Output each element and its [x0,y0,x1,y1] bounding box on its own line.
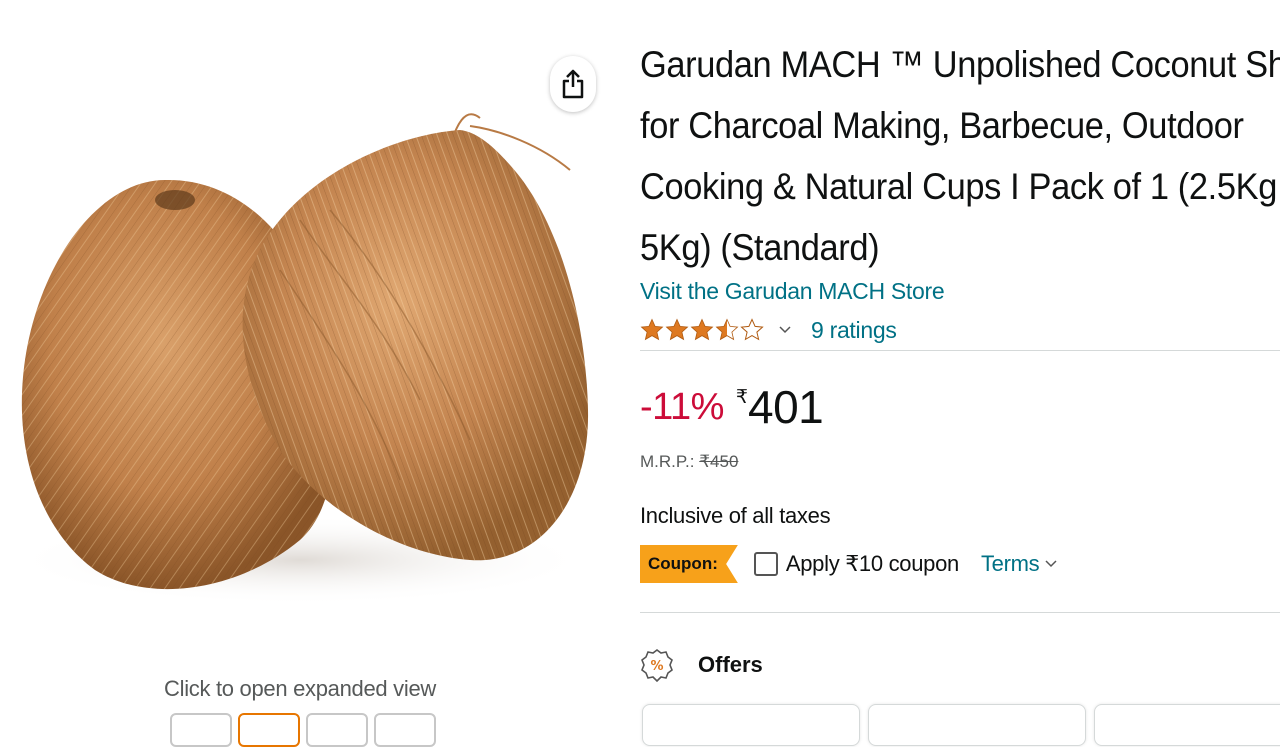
rating-row: 9 ratings [640,312,897,348]
share-icon [562,69,584,99]
currency-symbol: ₹ [735,387,748,408]
store-link[interactable]: Visit the Garudan MACH Store [640,278,945,305]
coupon-badge: Coupon: [640,545,738,583]
price-block: -11% ₹ 401 [640,380,824,434]
thumbnail[interactable] [374,713,436,747]
product-title-line: Cooking & Natural Cups I Pack of 1 (2.5K… [640,166,1277,207]
expanded-view-hint: Click to open expanded view [164,676,436,701]
divider [640,612,1280,613]
star-full-icon [690,318,714,341]
coupon-row: Coupon: Apply ₹10 coupon Terms [640,544,1057,584]
star-full-icon [640,318,664,341]
tax-note: Inclusive of all taxes [640,503,831,528]
divider [640,350,1280,351]
product-title-line: for Charcoal Making, Barbecue, Outdoor [640,105,1244,146]
share-button[interactable] [550,56,596,112]
chevron-down-icon [1045,560,1057,568]
coupon-apply-label[interactable]: Apply ₹10 coupon [786,551,959,577]
svg-text:%: % [650,659,663,674]
offer-card[interactable] [1094,704,1280,746]
offer-card[interactable] [868,704,1086,746]
product-image[interactable] [0,60,620,620]
offer-card[interactable] [642,704,860,746]
mrp-value: ₹450 [699,452,739,471]
percent-badge-icon: % [641,649,673,683]
thumbnail[interactable] [170,713,232,747]
product-details: Garudan MACH ™ Unpolished Coconut Sh for… [640,0,1280,746]
product-title-line: 5Kg) (Standard) [640,227,880,268]
chevron-down-icon [779,326,791,334]
discount-percent: -11% [640,386,724,428]
coupon-checkbox[interactable] [753,552,778,576]
offers-header: % Offers [640,640,763,690]
thumbnail[interactable] [306,713,368,747]
price-value: 401 [747,381,824,433]
thumbnail-active[interactable] [238,713,300,747]
mrp-label: M.R.P.: [640,452,695,471]
star-rating[interactable] [640,318,765,342]
ratings-count-link[interactable]: 9 ratings [811,317,897,344]
coupon-terms-link[interactable]: Terms [981,551,1057,577]
image-gallery: Click to open expanded view [0,0,620,747]
terms-label: Terms [980,551,1040,576]
star-half-icon [715,318,739,341]
star-full-icon [665,318,689,341]
mrp: M.R.P.: ₹450 [640,452,738,472]
product-title: Garudan MACH ™ Unpolished Coconut Sh for… [640,34,1280,278]
star-empty-icon [740,318,764,341]
offers-title: Offers [698,652,763,677]
product-title-line: Garudan MACH ™ Unpolished Coconut Sh [640,44,1280,85]
rating-popover-chevron[interactable] [779,326,791,334]
